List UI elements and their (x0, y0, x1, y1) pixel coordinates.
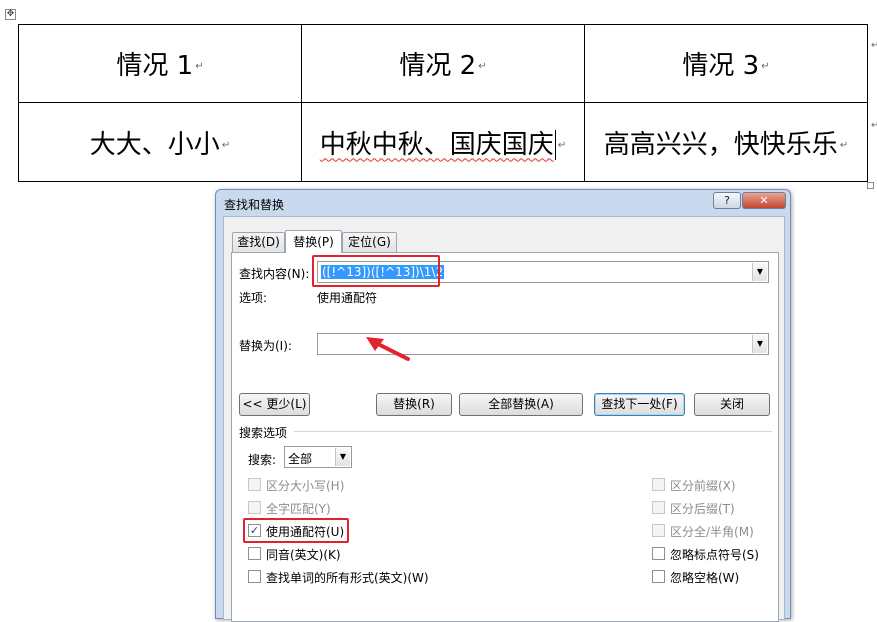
dropdown-arrow-icon[interactable]: ▼ (335, 448, 350, 466)
cell-text: 高高兴兴，快快乐乐 (603, 129, 838, 160)
header-text: 情况 2 (399, 51, 477, 81)
options-value: 使用通配符 (317, 291, 378, 305)
dialog-body: 查找(D) 替换(P) 定位(G) 查找内容(N): ([!^13])([!^1… (223, 216, 785, 622)
document-table: 情况 1 ↵ 情况 2 ↵ 情况 3 ↵ 大大、小小 ↵ 中秋中秋、国庆国庆 ↵ 高高兴兴… (18, 24, 868, 182)
tab-goto[interactable]: 定位(G) (342, 232, 397, 252)
match-suffix-label: 区分后缀(T) (670, 502, 735, 516)
row-end-mark-icon: ↵ (871, 40, 877, 51)
match-prefix-label: 区分前缀(X) (670, 479, 736, 493)
content-cell-3[interactable]: 高高兴兴，快快乐乐 ↵ (584, 102, 868, 182)
header-cell-3[interactable]: 情况 3 ↵ (584, 24, 868, 103)
match-width-checkbox[interactable] (652, 524, 665, 537)
less-button[interactable]: << 更少(L) (239, 393, 310, 416)
search-options-title: 搜索选项 (239, 426, 288, 440)
header-text: 情况 1 (116, 51, 194, 81)
dialog-titlebar[interactable]: 查找和替换 ? ✕ (216, 190, 790, 216)
options-label: 选项: (239, 291, 268, 305)
all-word-forms-checkbox[interactable] (248, 570, 261, 583)
match-suffix-checkbox[interactable] (652, 501, 665, 514)
find-what-label: 查找内容(N): (239, 267, 310, 281)
match-prefix-checkbox[interactable] (652, 478, 665, 491)
table-move-handle-icon[interactable]: ✥ (5, 9, 16, 20)
dialog-title: 查找和替换 (224, 198, 285, 212)
search-direction-value: 全部 (288, 452, 313, 466)
paragraph-mark-icon: ↵ (221, 139, 231, 151)
all-word-forms-label: 查找单词的所有形式(英文)(W) (266, 571, 429, 585)
tab-replace[interactable]: 替换(P) (285, 230, 342, 253)
search-direction-label: 搜索: (248, 453, 277, 467)
cell-text-misspelled: 中秋中秋、国庆国庆 (319, 129, 554, 160)
sounds-like-label: 同音(英文)(K) (266, 548, 341, 562)
match-case-label: 区分大小写(H) (266, 479, 345, 493)
ignore-punctuation-checkbox[interactable] (652, 547, 665, 560)
paragraph-mark-icon: ↵ (761, 61, 770, 72)
ignore-punctuation-label: 忽略标点符号(S) (670, 548, 759, 562)
header-text: 情况 3 (682, 51, 760, 81)
find-next-button[interactable]: 查找下一处(F) (594, 393, 685, 416)
header-cell-2[interactable]: 情况 2 ↵ (301, 24, 585, 103)
table-resize-handle[interactable] (867, 182, 874, 189)
header-cell-1[interactable]: 情况 1 ↵ (18, 24, 302, 103)
tab-find[interactable]: 查找(D) (232, 232, 285, 252)
sounds-like-checkbox[interactable] (248, 547, 261, 560)
highlight-box-find (312, 255, 440, 287)
ignore-whitespace-checkbox[interactable] (652, 570, 665, 583)
row-end-mark-icon: ↵ (871, 120, 877, 131)
red-arrow-annotation-icon (366, 337, 410, 361)
find-replace-dialog: 查找和替换 ? ✕ 查找(D) 替换(P) 定位(G) 查找内容(N): ([!… (215, 189, 791, 622)
paragraph-mark-icon: ↵ (195, 61, 204, 72)
replace-with-label: 替换为(I): (239, 339, 292, 353)
match-width-label: 区分全/半角(M) (670, 525, 754, 539)
close-button[interactable]: 关闭 (694, 393, 770, 416)
ignore-whitespace-label: 忽略空格(W) (670, 571, 740, 585)
whole-word-checkbox[interactable] (248, 501, 261, 514)
paragraph-mark-icon: ↵ (839, 139, 849, 151)
group-divider (294, 431, 772, 432)
close-window-button[interactable]: ✕ (742, 192, 786, 209)
dropdown-arrow-icon[interactable]: ▼ (752, 335, 767, 353)
search-direction-select[interactable]: 全部 ▼ (284, 446, 352, 468)
match-case-checkbox[interactable] (248, 478, 261, 491)
dropdown-arrow-icon[interactable]: ▼ (752, 263, 767, 281)
replace-tab-panel: 查找内容(N): ([!^13])([!^13])\1\2 ▼ 选项: 使用通配… (231, 252, 779, 622)
replace-all-button[interactable]: 全部替换(A) (459, 393, 583, 416)
content-cell-2[interactable]: 中秋中秋、国庆国庆 ↵ (301, 102, 585, 182)
text-cursor (554, 130, 556, 160)
replace-button[interactable]: 替换(R) (376, 393, 452, 416)
help-button[interactable]: ? (713, 192, 741, 209)
paragraph-mark-icon: ↵ (478, 61, 487, 72)
paragraph-mark-icon: ↵ (557, 139, 567, 151)
whole-word-label: 全字匹配(Y) (266, 502, 331, 516)
content-cell-1[interactable]: 大大、小小 ↵ (18, 102, 302, 182)
highlight-box-wildcards (243, 518, 349, 543)
cell-text: 大大、小小 (89, 129, 220, 160)
